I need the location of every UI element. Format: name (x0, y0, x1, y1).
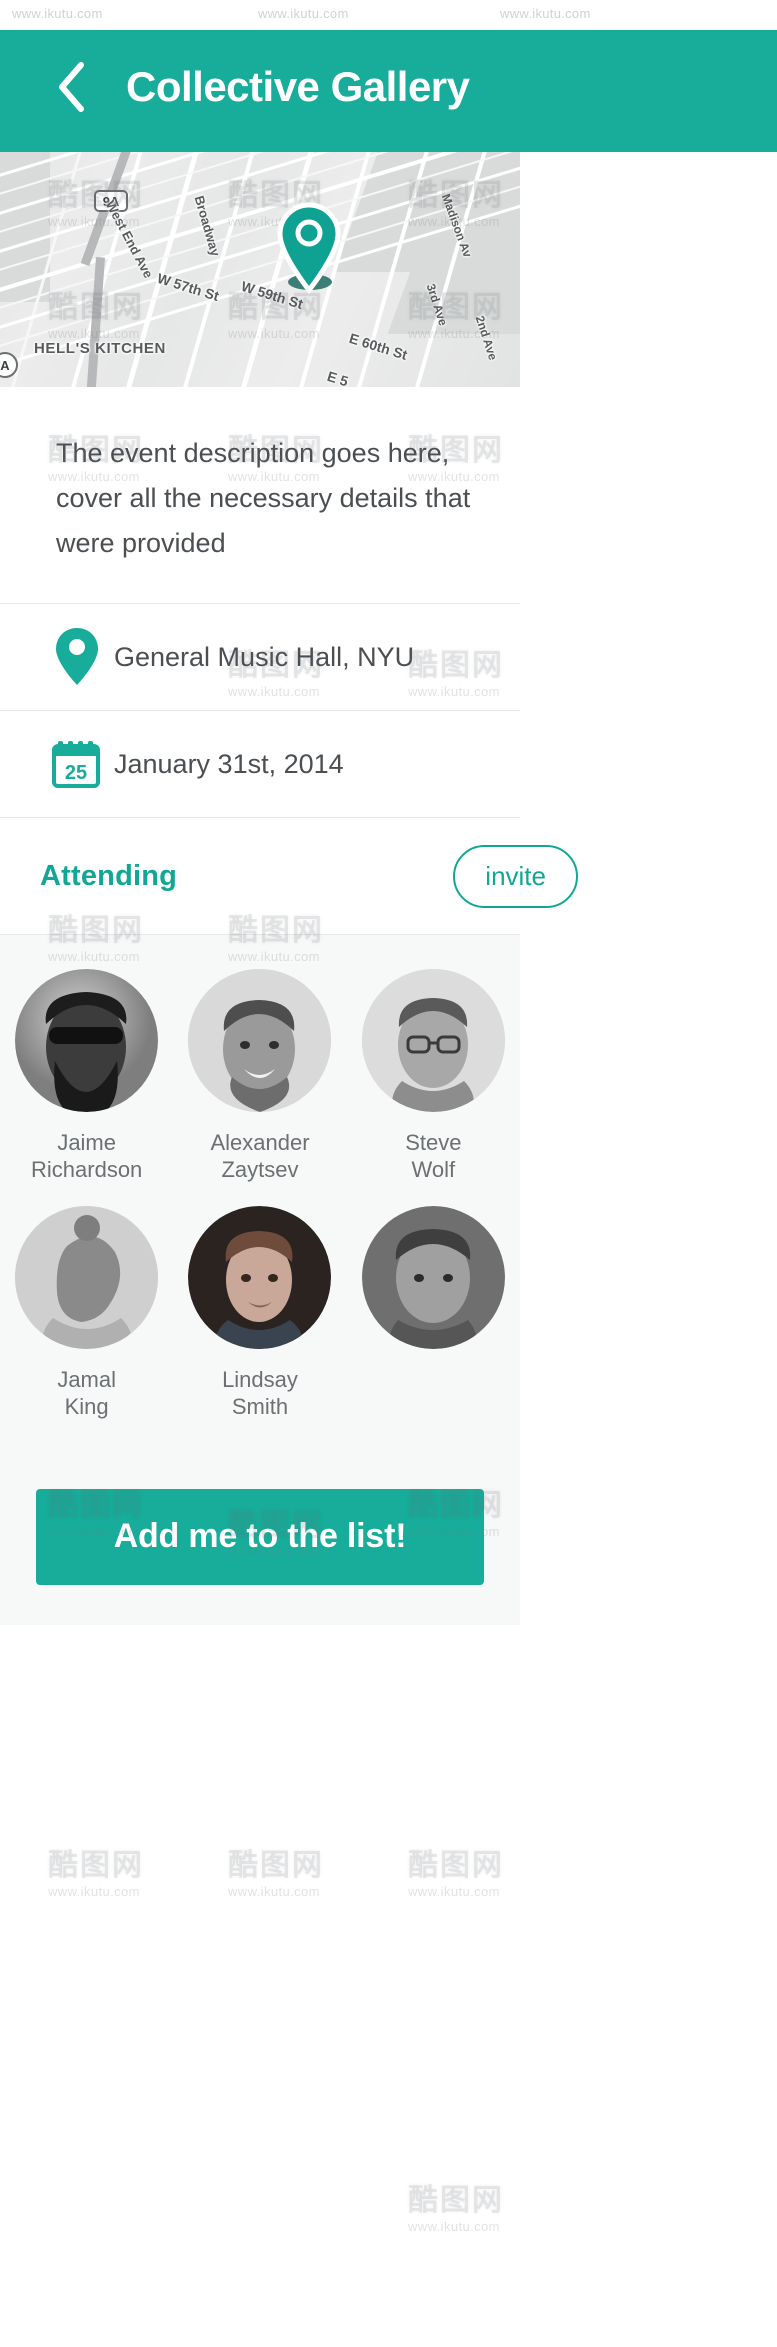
event-detail-screen: www.ikutu.com www.ikutu.com www.ikutu.co… (0, 0, 777, 2347)
avatar (188, 969, 332, 1113)
avatar (15, 1206, 159, 1350)
watermark: 酷图网 www.ikutu.com (408, 179, 504, 229)
svg-text:25: 25 (65, 762, 87, 784)
attendee-item[interactable]: Jamal King (0, 1206, 173, 1443)
description-line: were provided (56, 527, 226, 558)
watermark-url: www.ikutu.com (258, 6, 349, 21)
watermark: 酷图网 www.ikutu.com (408, 1849, 504, 1899)
attendee-name: Steve Wolf (405, 1130, 462, 1183)
description-line: The event description goes here, (56, 438, 450, 468)
attendee-item[interactable]: Lindsay Smith (173, 1206, 346, 1443)
back-button[interactable] (48, 59, 94, 115)
page-title: Collective Gallery (126, 63, 470, 110)
avatar (361, 969, 505, 1113)
watermark-url: www.ikutu.com (12, 6, 103, 21)
location-pin-icon (40, 627, 114, 687)
watermark: 酷图网 www.ikutu.com (228, 1849, 324, 1899)
watermark: 酷图网 www.ikutu.com (48, 1849, 144, 1899)
event-description: The event description goes here, cover a… (0, 387, 520, 603)
event-date-row[interactable]: 25 January 31st, 2014 (0, 711, 520, 817)
watermark: 酷图网 www.ikutu.com (48, 179, 144, 229)
attendee-item[interactable] (347, 1206, 520, 1443)
avatar (361, 1206, 505, 1350)
add-me-to-the-list-button[interactable]: Add me to the list! (36, 1488, 484, 1585)
map-location-pin[interactable] (276, 202, 342, 294)
attendee-item[interactable]: Steve Wolf (347, 969, 520, 1206)
event-content: The event description goes here, cover a… (0, 387, 578, 1625)
attending-label: Attending (40, 859, 178, 892)
app-header: Collective Gallery (0, 22, 777, 152)
watermark-url: www.ikutu.com (500, 6, 591, 21)
watermark-strip: www.ikutu.com www.ikutu.com www.ikutu.co… (0, 0, 777, 30)
watermark: 酷图网 www.ikutu.com (408, 2184, 504, 2234)
date-text: January 31st, 2014 (114, 748, 344, 779)
attendee-item[interactable]: Jaime Richardson (0, 969, 173, 1206)
attendee-row: Jaime Richardson Alexander Zaytsev Steve… (0, 969, 520, 1206)
invite-button[interactable]: invite (453, 844, 578, 908)
avatar (188, 1206, 332, 1350)
watermark: 酷图网 www.ikutu.com (48, 291, 144, 341)
attendees-grid: Jaime Richardson Alexander Zaytsev Steve… (0, 935, 520, 1463)
location-text: General Music Hall, NYU (114, 641, 415, 672)
calendar-icon: 25 (40, 738, 114, 790)
event-map[interactable]: 9A West End Ave Broadway Madison Av 3rd … (0, 152, 520, 387)
cta-container: Add me to the list! (0, 1462, 520, 1625)
attendee-name: Lindsay Smith (222, 1367, 298, 1419)
attendee-name: Jaime Richardson (31, 1130, 143, 1183)
attendee-name: Alexander Zaytsev (210, 1130, 310, 1183)
chevron-left-icon (56, 61, 86, 113)
attendee-row: Jamal King Lindsay Smith (0, 1206, 520, 1443)
attending-header: Attending invite (0, 818, 578, 934)
attendee-item[interactable]: Alexander Zaytsev (173, 969, 346, 1206)
event-location-row[interactable]: General Music Hall, NYU (0, 604, 520, 710)
description-line: cover all the necessary details that (56, 482, 471, 513)
attendee-name: Jamal King (57, 1367, 116, 1419)
watermark: 酷图网 www.ikutu.com (408, 291, 504, 341)
avatar (15, 969, 159, 1113)
map-label-hells-kitchen: HELL'S KITCHEN (34, 340, 166, 357)
